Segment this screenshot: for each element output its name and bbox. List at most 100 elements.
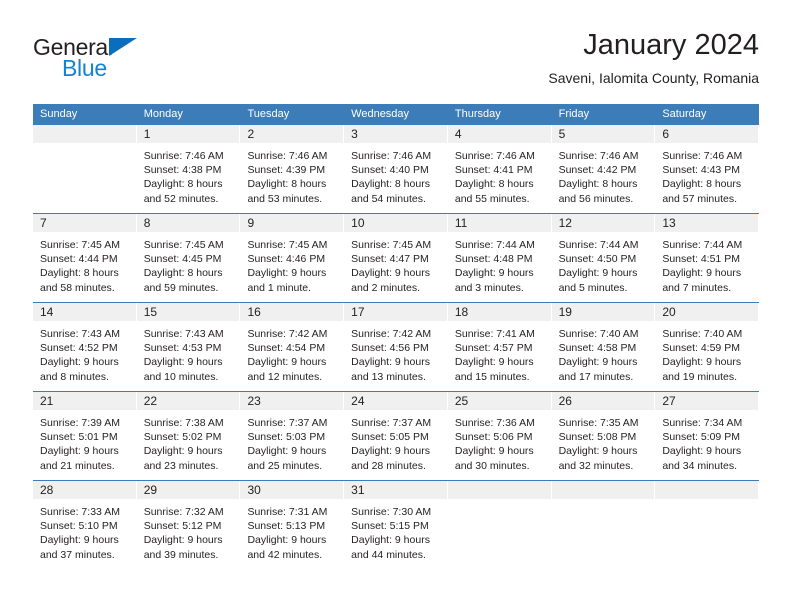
calendar-week-row: 28 Sunrise: 7:33 AM Sunset: 5:10 PM Dayligh… <box>33 480 760 569</box>
day-cell[interactable]: 18 Sunrise: 7:41 AM Sunset: 4:57 PM Dayligh… <box>447 303 552 391</box>
daylight-text-cont: and 23 minutes. <box>143 459 219 472</box>
day-number: 30 <box>247 483 261 497</box>
day-details: Sunrise: 7:31 AM Sunset: 5:13 PM Daylight:… <box>240 499 343 562</box>
day-cell-empty <box>551 481 656 569</box>
sunrise-text: Sunrise: 7:42 AM <box>351 328 432 340</box>
daylight-text: Daylight: 9 hours <box>247 267 327 280</box>
day-cell[interactable]: 20 Sunrise: 7:40 AM Sunset: 4:59 PM Dayligh… <box>655 303 760 391</box>
sunset-text: Sunset: 4:59 PM <box>662 342 740 355</box>
day-cell[interactable]: 5 Sunrise: 7:46 AM Sunset: 4:42 PM Daylight… <box>551 125 656 213</box>
day-cell[interactable]: 17 Sunrise: 7:42 AM Sunset: 4:56 PM Dayligh… <box>344 303 448 391</box>
day-details: Sunrise: 7:45 AM Sunset: 4:46 PM Daylight:… <box>240 232 343 295</box>
sunset-text: Sunset: 5:13 PM <box>247 520 326 533</box>
day-cell[interactable]: 19 Sunrise: 7:40 AM Sunset: 4:58 PM Dayligh… <box>551 303 656 391</box>
day-number: 2 <box>247 127 255 141</box>
daylight-text-cont: and 57 minutes. <box>662 192 738 205</box>
day-number: 7 <box>40 216 47 230</box>
day-number-band: 27 <box>655 392 759 410</box>
sunset-text: Sunset: 5:12 PM <box>143 520 222 533</box>
day-details: Sunrise: 7:43 AM Sunset: 4:52 PM Daylight:… <box>33 321 136 384</box>
day-number: 18 <box>454 305 469 319</box>
day-details: Sunrise: 7:44 AM Sunset: 4:51 PM Daylight:… <box>655 232 758 295</box>
daylight-text-cont: and 42 minutes. <box>247 548 323 561</box>
day-cell[interactable]: 9 Sunrise: 7:45 AM Sunset: 4:46 PM Daylight… <box>240 214 345 302</box>
day-cell[interactable]: 30 Sunrise: 7:31 AM Sunset: 5:13 PM Dayligh… <box>240 481 345 569</box>
day-cell[interactable]: 28 Sunrise: 7:33 AM Sunset: 5:10 PM Dayligh… <box>33 481 137 569</box>
daylight-text-cont: and 56 minutes. <box>558 192 634 205</box>
day-number-band: 24 <box>344 392 447 410</box>
sunrise-text: Sunrise: 7:46 AM <box>454 150 535 162</box>
generalblue-logo[interactable]: General Blue <box>33 34 213 86</box>
day-cell-empty <box>33 125 137 213</box>
day-number: 21 <box>40 394 54 408</box>
day-details: Sunrise: 7:37 AM Sunset: 5:03 PM Daylight:… <box>240 410 343 473</box>
day-cell[interactable]: 27 Sunrise: 7:34 AM Sunset: 5:09 PM Dayligh… <box>655 392 760 480</box>
sunrise-text: Sunrise: 7:37 AM <box>247 417 328 429</box>
day-cell[interactable]: 13 Sunrise: 7:44 AM Sunset: 4:51 PM Dayligh… <box>655 214 760 302</box>
sunset-text: Sunset: 4:53 PM <box>143 342 222 355</box>
day-cell[interactable]: 11 Sunrise: 7:44 AM Sunset: 4:48 PM Dayligh… <box>447 214 552 302</box>
day-number-band: 19 <box>551 303 655 321</box>
day-cell[interactable]: 12 Sunrise: 7:44 AM Sunset: 4:50 PM Dayligh… <box>551 214 656 302</box>
day-cell[interactable]: 15 Sunrise: 7:43 AM Sunset: 4:53 PM Dayligh… <box>136 303 241 391</box>
day-cell[interactable]: 3 Sunrise: 7:46 AM Sunset: 4:40 PM Daylight… <box>344 125 448 213</box>
daylight-text-cont: and 28 minutes. <box>351 459 426 472</box>
day-cell[interactable]: 29 Sunrise: 7:32 AM Sunset: 5:12 PM Dayligh… <box>136 481 241 569</box>
sunrise-text: Sunrise: 7:45 AM <box>40 239 120 251</box>
daylight-text-cont: and 10 minutes. <box>143 370 219 383</box>
daylight-text-cont: and 37 minutes. <box>40 548 115 561</box>
daylight-text: Daylight: 9 hours <box>143 534 223 547</box>
day-number-band: 12 <box>551 214 655 232</box>
day-details: Sunrise: 7:36 AM Sunset: 5:06 PM Daylight:… <box>448 410 551 473</box>
day-number: 25 <box>454 394 469 408</box>
day-number: 27 <box>662 394 676 408</box>
day-number-band: 26 <box>551 392 655 410</box>
day-details: Sunrise: 7:46 AM Sunset: 4:38 PM Daylight:… <box>137 143 240 206</box>
day-number-band: 22 <box>136 392 240 410</box>
day-cell[interactable]: 21 Sunrise: 7:39 AM Sunset: 5:01 PM Dayligh… <box>33 392 137 480</box>
sunrise-text: Sunrise: 7:39 AM <box>40 417 120 429</box>
day-cell[interactable]: 8 Sunrise: 7:45 AM Sunset: 4:45 PM Daylight… <box>136 214 241 302</box>
day-number-band: 25 <box>447 392 551 410</box>
weekday-header-friday: Friday <box>558 108 590 120</box>
day-cell[interactable]: 24 Sunrise: 7:37 AM Sunset: 5:05 PM Dayligh… <box>344 392 448 480</box>
daylight-text-cont: and 25 minutes. <box>247 459 323 472</box>
day-number-band: 3 <box>344 125 447 143</box>
day-details: Sunrise: 7:46 AM Sunset: 4:43 PM Daylight:… <box>655 143 758 206</box>
sunset-text: Sunset: 5:08 PM <box>558 431 637 444</box>
sunset-text: Sunset: 4:58 PM <box>558 342 637 355</box>
day-number: 15 <box>143 305 158 319</box>
day-cell[interactable]: 7 Sunrise: 7:45 AM Sunset: 4:44 PM Daylight… <box>33 214 137 302</box>
day-number: 23 <box>247 394 261 408</box>
daylight-text-cont: and 13 minutes. <box>351 370 426 383</box>
day-cell[interactable]: 25 Sunrise: 7:36 AM Sunset: 5:06 PM Dayligh… <box>447 392 552 480</box>
daylight-text-cont: and 7 minutes. <box>662 281 732 294</box>
daylight-text-cont: and 59 minutes. <box>143 281 219 294</box>
weekday-header-row: Sunday Monday Tuesday Wednesday Thursday Frid… <box>33 104 759 125</box>
day-cell[interactable]: 10 Sunrise: 7:45 AM Sunset: 4:47 PM Dayligh… <box>344 214 448 302</box>
day-cell[interactable]: 31 Sunrise: 7:30 AM Sunset: 5:15 PM Dayligh… <box>344 481 448 569</box>
day-cell[interactable]: 26 Sunrise: 7:35 AM Sunset: 5:08 PM Dayligh… <box>551 392 656 480</box>
sunrise-text: Sunrise: 7:46 AM <box>662 150 743 162</box>
day-number-band: 13 <box>655 214 759 232</box>
daylight-text: Daylight: 9 hours <box>247 534 327 547</box>
day-cell[interactable]: 4 Sunrise: 7:46 AM Sunset: 4:41 PM Daylight… <box>447 125 552 213</box>
day-number-band: 8 <box>136 214 240 232</box>
day-cell[interactable]: 22 Sunrise: 7:38 AM Sunset: 5:02 PM Dayligh… <box>136 392 241 480</box>
day-cell[interactable]: 6 Sunrise: 7:46 AM Sunset: 4:43 PM Daylight… <box>655 125 760 213</box>
daylight-text-cont: and 3 minutes. <box>454 281 524 294</box>
day-number: 16 <box>247 305 261 319</box>
day-details: Sunrise: 7:44 AM Sunset: 4:48 PM Daylight:… <box>448 232 551 295</box>
day-details: Sunrise: 7:46 AM Sunset: 4:40 PM Daylight:… <box>344 143 447 206</box>
sunrise-text: Sunrise: 7:46 AM <box>351 150 432 162</box>
day-number-band: 5 <box>551 125 655 143</box>
day-details: Sunrise: 7:33 AM Sunset: 5:10 PM Daylight:… <box>33 499 136 562</box>
sunrise-text: Sunrise: 7:38 AM <box>143 417 224 429</box>
daylight-text-cont: and 54 minutes. <box>351 192 426 205</box>
day-cell[interactable]: 14 Sunrise: 7:43 AM Sunset: 4:52 PM Dayligh… <box>33 303 137 391</box>
day-cell[interactable]: 23 Sunrise: 7:37 AM Sunset: 5:03 PM Dayligh… <box>240 392 345 480</box>
day-cell[interactable]: 1 Sunrise: 7:46 AM Sunset: 4:38 PM Daylight… <box>136 125 241 213</box>
day-cell[interactable]: 2 Sunrise: 7:46 AM Sunset: 4:39 PM Daylight… <box>240 125 345 213</box>
day-cell[interactable]: 16 Sunrise: 7:42 AM Sunset: 4:54 PM Dayligh… <box>240 303 345 391</box>
sunset-text: Sunset: 4:57 PM <box>454 342 533 355</box>
